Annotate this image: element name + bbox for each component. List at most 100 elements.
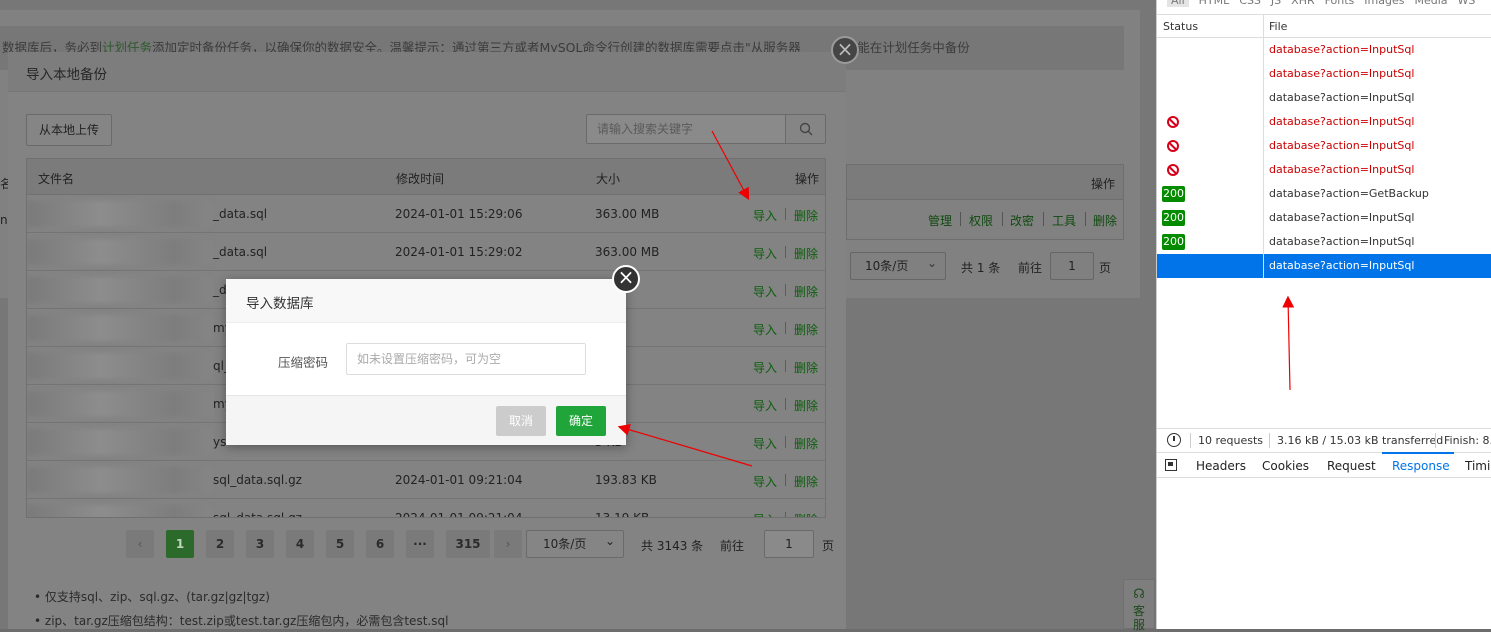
page-6-button[interactable]: 6 <box>366 530 394 558</box>
request-row[interactable]: database?action=InputSql <box>1157 38 1491 62</box>
delete-link[interactable]: 删除 <box>794 397 818 414</box>
request-row[interactable]: database?action=InputSql <box>1157 110 1491 134</box>
link-divider <box>785 246 786 258</box>
network-summary: 10 requests 3.16 kB / 15.03 kB transferr… <box>1157 428 1491 452</box>
page-size-select[interactable]: 10条/页 <box>526 528 624 558</box>
filter-tab-images[interactable]: Images <box>1364 0 1404 7</box>
delete-link[interactable]: 删除 <box>794 435 818 452</box>
prev-page-button[interactable]: ‹ <box>126 530 154 558</box>
search-icon <box>799 122 812 136</box>
delete-link[interactable]: 删除 <box>794 245 818 262</box>
import-link[interactable]: 导入 <box>753 245 777 262</box>
page-2-button[interactable]: 2 <box>206 530 234 558</box>
import-database-modal: 导入数据库 压缩密码 如未设置压缩密码，可为空 取消 确定 <box>226 279 626 445</box>
link-divider <box>785 284 786 296</box>
page-1-button[interactable]: 1 <box>166 530 194 558</box>
blurred-filename <box>27 277 211 303</box>
tab-headers[interactable]: Headers <box>1196 459 1246 473</box>
db-table-header: 操作 <box>846 164 1124 200</box>
archive-password-input[interactable]: 如未设置压缩密码，可为空 <box>346 343 586 375</box>
db-table-op-header: 操作 <box>1090 177 1115 191</box>
filter-tab-css[interactable]: CSS <box>1239 0 1261 7</box>
request-row[interactable]: database?action=InputSql <box>1157 158 1491 182</box>
delete-link[interactable]: 删除 <box>794 321 818 338</box>
import-link[interactable]: 导入 <box>753 397 777 414</box>
filter-tab-html[interactable]: HTML <box>1199 0 1230 7</box>
filter-tab-fonts[interactable]: Fonts <box>1325 0 1355 7</box>
page-5-button[interactable]: 5 <box>326 530 354 558</box>
modal-footer: 取消 确定 <box>226 395 626 445</box>
confirm-button[interactable]: 确定 <box>556 406 606 436</box>
filter-tab-media[interactable]: Media <box>1414 0 1447 7</box>
import-link[interactable]: 导入 <box>753 359 777 376</box>
search-button[interactable] <box>785 114 826 144</box>
toggle-panel-icon[interactable] <box>1165 459 1177 471</box>
active-tab-indicator <box>1382 452 1454 454</box>
page-3-button[interactable]: 3 <box>246 530 274 558</box>
page-ellipsis[interactable]: ··· <box>406 530 434 558</box>
file-mtime: 2024-01-01 15:29:02 <box>395 245 523 259</box>
delete-link[interactable]: 删除 <box>794 473 818 490</box>
file-column-header[interactable]: File <box>1269 20 1287 33</box>
page-last-button[interactable]: 315 <box>446 530 490 558</box>
request-row[interactable]: database?action=InputSql <box>1157 254 1491 278</box>
blocked-icon <box>1167 116 1179 128</box>
customer-service-widget[interactable]: ☊ 客服 <box>1123 579 1155 632</box>
import-link[interactable]: 导入 <box>753 473 777 490</box>
import-link[interactable]: 导入 <box>753 321 777 338</box>
delete-link[interactable]: 删除 <box>794 511 818 517</box>
request-row[interactable]: 200 database?action=GetBackup <box>1157 182 1491 206</box>
stopwatch-icon <box>1167 433 1181 447</box>
db-page-unit: 页 <box>1099 261 1112 275</box>
backup-search-input[interactable]: 请输入搜索关键字 <box>586 114 786 144</box>
delete-link[interactable]: 删除 <box>794 359 818 376</box>
request-row[interactable]: 200 database?action=InputSql <box>1157 230 1491 254</box>
request-row[interactable]: database?action=InputSql <box>1157 134 1491 158</box>
filter-tab-js[interactable]: JS <box>1271 0 1281 7</box>
tab-timings[interactable]: Timin <box>1465 459 1491 473</box>
cancel-button[interactable]: 取消 <box>496 406 546 436</box>
db-delete-link[interactable]: 删除 <box>1093 212 1117 229</box>
filter-tab-xhr[interactable]: XHR <box>1291 0 1314 7</box>
import-link[interactable]: 导入 <box>753 435 777 452</box>
db-total-count: 共 1 条 <box>961 261 1001 275</box>
close-modal-button[interactable]: × <box>612 265 640 293</box>
db-page-size-select[interactable]: 10条/页 <box>850 250 946 280</box>
request-file: database?action=GetBackup <box>1269 187 1429 200</box>
next-page-button[interactable]: › <box>494 530 522 558</box>
import-link[interactable]: 导入 <box>753 511 777 517</box>
tab-request[interactable]: Request <box>1327 459 1376 473</box>
backup-file-row: _data.sql 2024-01-01 15:29:02 363.00 MB 导入删… <box>27 233 825 271</box>
db-manage-link[interactable]: 管理 <box>928 212 952 229</box>
db-password-link[interactable]: 改密 <box>1010 212 1034 229</box>
db-pager: 10条/页 共 1 条 前往 1 页 <box>846 250 1124 282</box>
page-4-button[interactable]: 4 <box>286 530 314 558</box>
request-row[interactable]: 200 database?action=InputSql <box>1157 206 1491 230</box>
file-mtime: 2024-01-01 15:29:06 <box>395 207 523 221</box>
close-backup-dialog-button[interactable]: × <box>831 36 859 64</box>
page-jump-input[interactable]: 1 <box>764 530 814 558</box>
upload-local-button[interactable]: 从本地上传 <box>26 114 112 146</box>
request-file: database?action=InputSql <box>1269 235 1415 248</box>
file-name: sql_data.sql.gz <box>213 511 302 518</box>
request-list-header: Status File <box>1157 14 1491 38</box>
db-page-input[interactable]: 1 <box>1050 252 1094 280</box>
tab-response[interactable]: Response <box>1392 459 1450 473</box>
tab-cookies[interactable]: Cookies <box>1262 459 1309 473</box>
delete-link[interactable]: 删除 <box>794 207 818 224</box>
link-divider <box>1085 212 1086 226</box>
db-permission-link[interactable]: 权限 <box>969 212 993 229</box>
blurred-filename <box>27 505 211 517</box>
status-badge: 200 <box>1162 210 1185 226</box>
status-column-header[interactable]: Status <box>1163 20 1198 33</box>
request-count: 10 requests <box>1198 434 1264 447</box>
db-tools-link[interactable]: 工具 <box>1052 212 1076 229</box>
delete-link[interactable]: 删除 <box>794 283 818 300</box>
import-link[interactable]: 导入 <box>753 207 777 224</box>
link-divider <box>785 322 786 334</box>
request-row[interactable]: database?action=InputSql <box>1157 62 1491 86</box>
import-link[interactable]: 导入 <box>753 283 777 300</box>
filter-tab-ws[interactable]: WS <box>1458 0 1476 7</box>
request-row[interactable]: database?action=InputSql <box>1157 86 1491 110</box>
filter-tab-all[interactable]: All <box>1167 0 1189 7</box>
